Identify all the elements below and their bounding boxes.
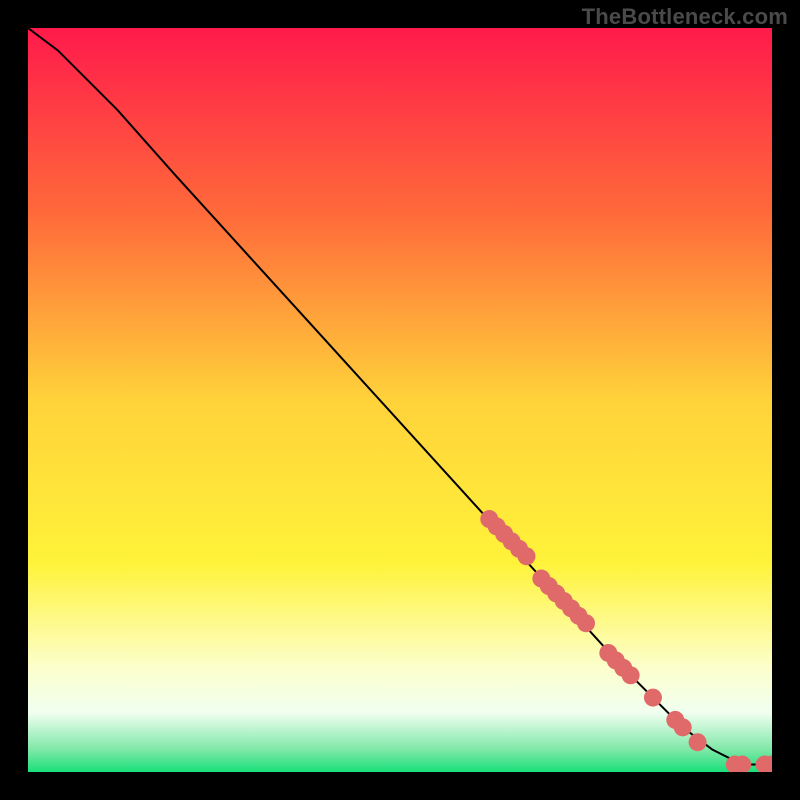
data-marker	[644, 689, 662, 707]
data-marker	[689, 733, 707, 751]
data-marker	[517, 547, 535, 565]
watermark-text: TheBottleneck.com	[582, 4, 788, 30]
data-marker	[577, 614, 595, 632]
gradient-background	[28, 28, 772, 772]
plot-area	[28, 28, 772, 772]
data-marker	[674, 718, 692, 736]
chart-stage: TheBottleneck.com	[0, 0, 800, 800]
chart-svg	[28, 28, 772, 772]
data-marker	[622, 666, 640, 684]
